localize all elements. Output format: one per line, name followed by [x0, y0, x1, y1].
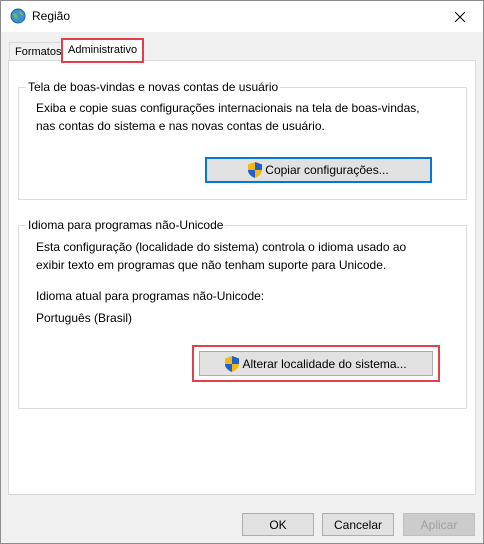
- close-button[interactable]: [437, 1, 483, 32]
- non-unicode-description: Esta configuração (localidade do sistema…: [36, 240, 407, 272]
- current-language-label: Idioma atual para programas não-Unicode:: [36, 289, 265, 303]
- globe-icon: [10, 8, 26, 24]
- window-title: Região: [32, 9, 71, 23]
- non-unicode-group-legend: Idioma para programas não-Unicode: [28, 218, 224, 232]
- ok-button[interactable]: OK: [242, 513, 314, 536]
- uac-shield-icon: [225, 355, 240, 372]
- current-language-value: Português (Brasil): [36, 311, 133, 325]
- title-bar: Região: [1, 1, 483, 32]
- apply-button[interactable]: Aplicar: [403, 513, 475, 536]
- welcome-group-legend: Tela de boas-vindas e novas contas de us…: [28, 80, 279, 94]
- uac-shield-icon: [248, 162, 263, 178]
- region-dialog: Região Formatos Administrativo Tela de b…: [0, 0, 484, 544]
- copy-settings-button[interactable]: Copiar configurações...: [205, 157, 432, 183]
- change-system-locale-button[interactable]: Alterar localidade do sistema...: [199, 351, 433, 376]
- welcome-description: Exiba e copie suas configurações interna…: [36, 101, 420, 133]
- cancel-button[interactable]: Cancelar: [322, 513, 394, 536]
- tab-panel-administrativo: Tela de boas-vindas e novas contas de us…: [8, 60, 476, 495]
- tab-administrativo[interactable]: Administrativo: [60, 38, 145, 63]
- close-icon: [455, 11, 465, 22]
- tab-formatos[interactable]: Formatos: [9, 42, 68, 61]
